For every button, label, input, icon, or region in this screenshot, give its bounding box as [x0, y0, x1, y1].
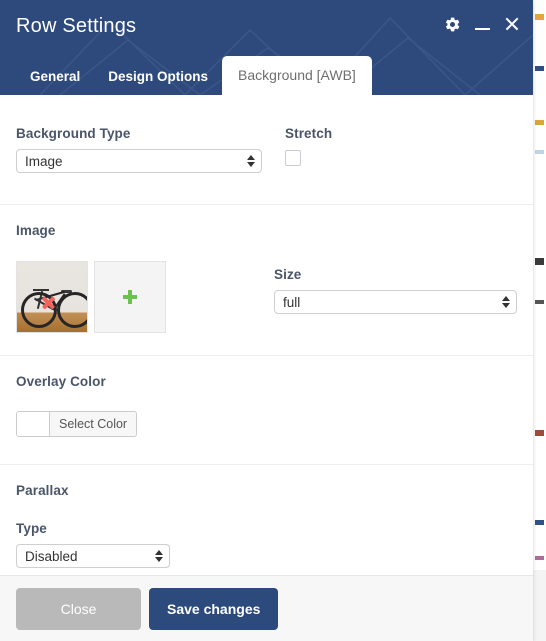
background-type-select[interactable]: Image — [16, 149, 262, 173]
parallax-section: Parallax Type Disabled — [0, 465, 533, 568]
modal-header: Row Settings General Design Options Back… — [0, 0, 533, 95]
color-swatch — [17, 412, 50, 436]
size-label: Size — [274, 267, 302, 282]
size-select[interactable]: full — [274, 290, 517, 314]
window-controls — [444, 16, 519, 33]
select-color-label: Select Color — [50, 412, 137, 436]
row-settings-modal: Row Settings General Design Options Back… — [0, 0, 533, 641]
modal-body: Background Type Image Stretch Image Size… — [0, 95, 533, 575]
tab-design-options[interactable]: Design Options — [94, 60, 222, 95]
add-image-button[interactable] — [94, 261, 166, 333]
save-changes-button[interactable]: Save changes — [149, 587, 279, 630]
parallax-type-label: Type — [16, 521, 47, 536]
close-button[interactable]: Close — [16, 587, 141, 630]
overlay-color-label: Overlay Color — [16, 374, 106, 389]
parallax-label: Parallax — [16, 483, 69, 498]
image-section: Image Size full — [0, 205, 533, 333]
image-label: Image — [16, 223, 56, 238]
background-type-section: Background Type Image Stretch — [0, 95, 533, 173]
plus-icon — [123, 290, 137, 304]
tab-bar: General Design Options Background [AWB] — [16, 56, 372, 95]
select-color-button[interactable]: Select Color — [16, 411, 138, 437]
modal-footer: Close Save changes — [0, 575, 533, 641]
tab-background-awb[interactable]: Background [AWB] — [222, 56, 372, 95]
minimize-icon[interactable] — [475, 18, 490, 32]
page-title: Row Settings — [16, 15, 137, 37]
tab-general[interactable]: General — [16, 60, 94, 95]
gear-icon[interactable] — [444, 16, 461, 33]
background-type-label: Background Type — [16, 126, 131, 141]
overlay-color-section: Overlay Color Select Color — [0, 356, 533, 441]
remove-image-icon[interactable] — [41, 295, 55, 309]
image-thumbnail[interactable] — [16, 261, 88, 333]
parallax-type-select[interactable]: Disabled — [16, 544, 170, 568]
bicycle-photo — [17, 262, 87, 332]
stretch-checkbox[interactable] — [285, 150, 301, 166]
image-thumbnails — [16, 261, 274, 333]
stretch-label: Stretch — [285, 126, 333, 141]
close-icon[interactable] — [504, 17, 519, 32]
background-page-strip — [532, 0, 546, 641]
